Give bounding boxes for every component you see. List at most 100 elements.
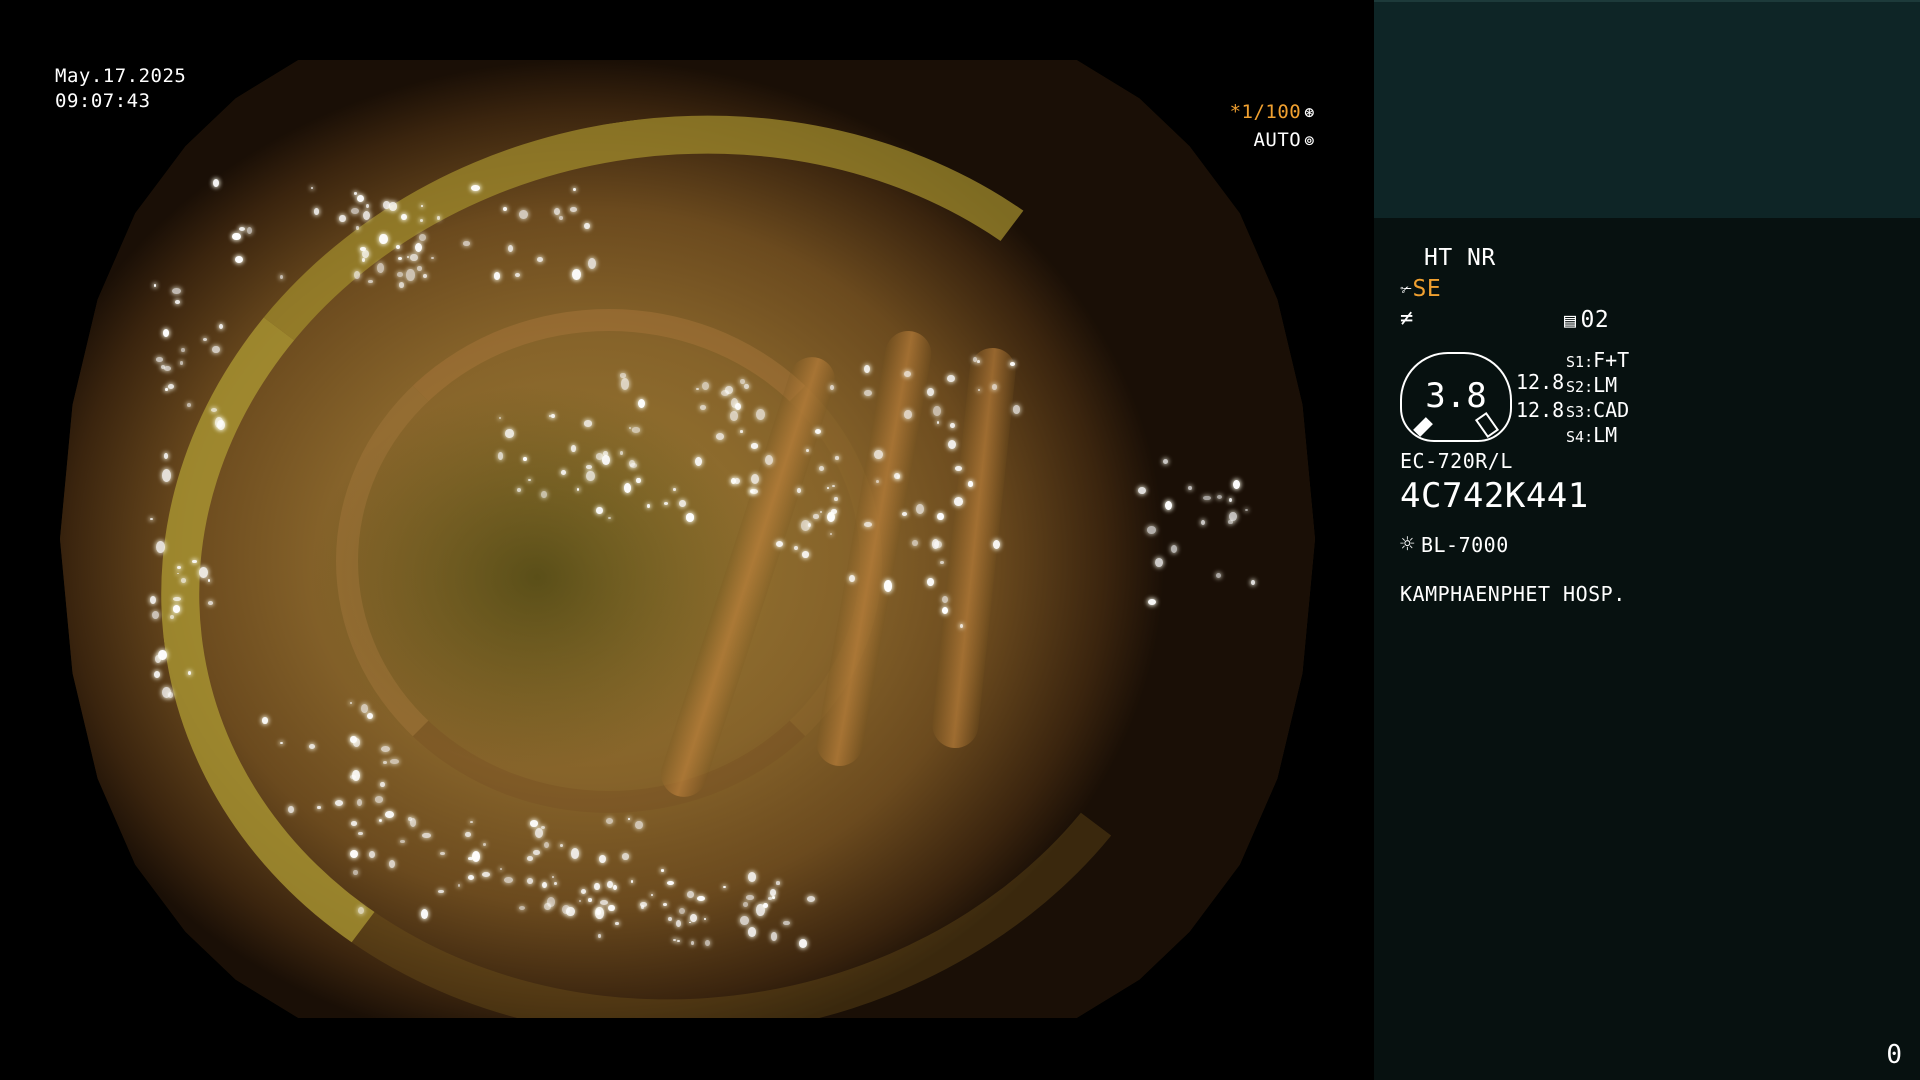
specular-glint <box>876 479 879 483</box>
image-counter: 0 <box>1886 1040 1902 1070</box>
specular-glint <box>548 415 551 417</box>
sun-icon: ☼ <box>1400 530 1415 558</box>
specular-glint <box>831 509 837 515</box>
structure-enhancement-label: SE <box>1412 276 1442 302</box>
specular-glint <box>541 491 547 498</box>
exam-date: May.17.2025 <box>55 65 187 87</box>
specular-glint <box>950 422 955 428</box>
specular-glint <box>279 274 283 279</box>
specular-glint <box>954 465 963 471</box>
specular-glint <box>745 895 754 901</box>
structure-enhancement: ✃SE <box>1400 275 1441 303</box>
specular-glint <box>353 192 357 196</box>
specular-glint <box>620 373 626 378</box>
specular-glint <box>380 781 385 788</box>
specular-glint <box>390 758 399 765</box>
specular-glint <box>677 940 680 942</box>
specular-glint <box>422 832 431 839</box>
specular-glint <box>468 856 473 860</box>
specular-glint <box>931 539 939 549</box>
specular-glint <box>747 872 757 882</box>
memory-value: 02 <box>1580 307 1610 333</box>
specular-glint <box>163 328 170 337</box>
specular-glint <box>247 226 253 234</box>
specular-glint <box>530 820 539 827</box>
iris-mode: AUTO ⊚ <box>1253 128 1315 153</box>
specular-glint <box>365 204 369 209</box>
specular-glint <box>1216 494 1223 499</box>
specular-glint <box>546 896 555 907</box>
specular-glint <box>775 540 784 547</box>
specular-glint <box>765 454 774 465</box>
specular-glint <box>192 559 197 564</box>
specular-glint <box>406 269 416 281</box>
switch-key: S2 <box>1566 378 1585 396</box>
specular-glint <box>310 187 313 190</box>
specular-glint <box>901 512 907 516</box>
specular-glint <box>1229 497 1233 502</box>
iris-mode-value: AUTO <box>1253 129 1302 151</box>
specular-glint <box>418 234 426 241</box>
switch-row: S2:LM <box>1566 373 1618 397</box>
specular-glint <box>360 246 366 251</box>
specular-glint <box>819 511 823 513</box>
specular-glint <box>690 940 694 945</box>
specular-glint <box>181 347 185 352</box>
zoom-value: 3.8 <box>1425 376 1487 416</box>
scope-serial: 4C742K441 <box>1400 476 1589 516</box>
specular-glint <box>397 271 403 277</box>
specular-glint <box>783 920 790 926</box>
specular-glint <box>572 269 581 281</box>
specular-glint <box>594 882 600 891</box>
specular-glint <box>596 506 604 514</box>
specular-glint <box>863 389 872 397</box>
specular-glint <box>874 450 883 460</box>
specular-glint <box>775 881 781 885</box>
specular-glint <box>356 226 359 230</box>
specular-glint <box>948 439 957 449</box>
specular-glint <box>972 357 977 362</box>
switch-row: S3:CAD <box>1566 398 1630 422</box>
memory-icon: ▤ <box>1564 308 1577 332</box>
specular-glint <box>379 233 388 245</box>
switch-row: S1:F+T <box>1566 348 1630 372</box>
specular-glint <box>239 226 246 231</box>
specular-glint <box>662 902 667 906</box>
specular-glint <box>420 908 428 919</box>
specular-glint <box>612 884 617 891</box>
not-equal-icon: ≠ <box>1400 306 1414 331</box>
specular-glint <box>374 796 383 803</box>
specular-glint <box>527 878 533 884</box>
specular-glint <box>559 843 563 847</box>
switch-key: S4 <box>1566 428 1585 446</box>
specular-glint <box>584 222 590 229</box>
specular-glint <box>168 383 175 390</box>
specular-glint <box>806 896 815 903</box>
specular-glint <box>401 214 407 221</box>
scissor-icon: ✃ <box>1400 277 1413 301</box>
zoom-badge: 3.8 <box>1400 352 1512 442</box>
specular-glint <box>172 287 181 294</box>
specular-glint <box>367 712 374 719</box>
thumbnail-area <box>1374 0 1920 218</box>
specular-glint <box>770 889 776 896</box>
specular-glint <box>389 202 398 211</box>
specular-glint <box>406 255 409 258</box>
specular-glint <box>730 410 739 421</box>
specular-glint <box>523 457 527 462</box>
specular-glint <box>608 516 611 519</box>
specular-glint <box>163 452 169 459</box>
specular-glint <box>744 384 749 390</box>
specular-glint <box>927 578 934 586</box>
specular-glint <box>212 179 219 188</box>
specular-glint <box>162 469 172 482</box>
specular-glint <box>384 811 394 819</box>
specular-glint <box>535 827 544 838</box>
specular-glint <box>636 477 641 484</box>
specular-glint <box>715 433 724 440</box>
specular-glint <box>351 208 359 215</box>
specular-glint <box>598 855 606 864</box>
specular-glint <box>368 851 375 858</box>
specular-glint <box>1009 362 1015 367</box>
specular-glint <box>699 405 706 410</box>
